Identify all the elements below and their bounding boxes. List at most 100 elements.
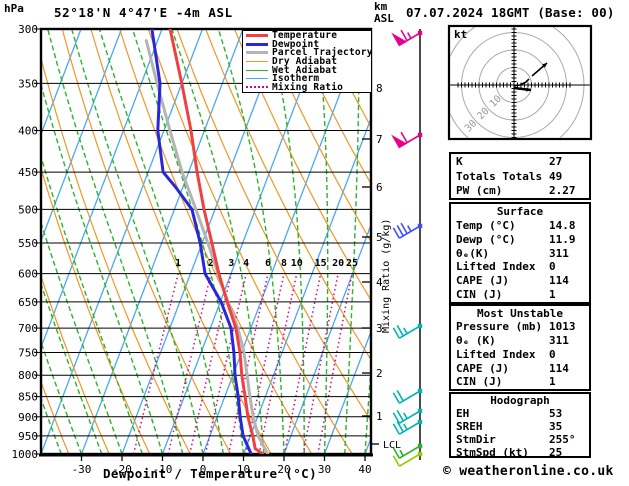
station-marker [417, 323, 423, 329]
panel-row: Totals Totals 49 [451, 170, 589, 183]
panel-row-value: 311 [549, 334, 569, 348]
mixing-ratio-value: 3 [228, 258, 234, 269]
panel-row-value: 49 [549, 169, 563, 183]
km-tick-label: 8 [376, 82, 383, 95]
panel-row-label: PW (cm) [456, 183, 503, 197]
panel-row-value: 1 [549, 375, 556, 389]
credit-text: © weatheronline.co.uk [443, 464, 614, 479]
barb-half [399, 449, 404, 457]
panel-row: Pressure (mb) 1013 [451, 320, 589, 333]
panel-row-value: 25 [549, 446, 563, 459]
pressure-tick-label: 1000 [12, 448, 39, 461]
panel-row-label: CAPE (J) [456, 274, 509, 288]
pressure-tick-label: 300 [18, 23, 38, 36]
barb-staff [398, 390, 421, 404]
panel-row: StmDir 255° [451, 433, 589, 446]
mixing-ratio-value: 10 [291, 258, 303, 269]
panel-row-value: 1013 [549, 320, 576, 334]
isotherm-line [80, 29, 244, 454]
mixing-ratio-value: 15 [315, 258, 327, 269]
panel-row-label: θₑ (K) [456, 334, 496, 348]
index-panel-most-unstable: Most Unstable Pressure (mb) 1013 θₑ (K) 311 L… [449, 304, 591, 391]
panel-title: Surface [496, 204, 544, 218]
km-tick-label: 6 [376, 181, 383, 194]
panel-row-label: StmSpd (kt) [456, 446, 529, 459]
panel-row-label: StmDir [456, 433, 496, 446]
panel-row-label: CIN (J) [456, 375, 503, 389]
datetime-title: 07.07.2024 18GMT (Base: 00) [406, 5, 615, 20]
panel-row-label: Temp (°C) [456, 218, 516, 232]
mixing-ratio-line [283, 273, 322, 454]
panel-row: CIN (J) 1 [451, 288, 589, 301]
barb-full [400, 222, 408, 235]
station-marker [417, 408, 423, 414]
panel-row-value: 27 [549, 155, 563, 169]
pressure-tick-label: 800 [18, 369, 38, 382]
barb-half [406, 225, 412, 232]
barb-flag [391, 134, 407, 149]
index-panel-surface: Surface Temp (°C) 14.8 Dewp (°C) 11.9 θₑ(K) 31… [449, 202, 591, 304]
panel-row-value: 53 [549, 407, 563, 420]
mixing-axis-label: Mixing Ratio (g/kg) [381, 219, 392, 333]
panel-title: Hodograph [490, 394, 550, 407]
panel-row-label: Lifted Index [456, 347, 536, 361]
legend: Temperature Dewpoint Parcel Trajectory Dry … [242, 30, 372, 93]
pressure-tick-label: 450 [18, 166, 38, 179]
panel-row-value: 1 [549, 288, 556, 302]
panel-row: StmSpd (kt) 25 [451, 446, 589, 459]
pressure-tick-label: 750 [18, 346, 38, 359]
pressure-tick-label: 600 [18, 268, 38, 281]
legend-item: Mixing Ratio [243, 82, 371, 93]
panel-row-label: Totals Totals [456, 169, 543, 183]
pressure-tick-label: 400 [18, 125, 38, 138]
panel-row-label: CIN (J) [456, 288, 503, 302]
index-panel-hodograph: Hodograph EH 53 SREH 35 StmDir 255° StmSpd (kt)… [449, 392, 591, 459]
panel-row-label: Dewp (°C) [456, 232, 516, 246]
barb-full [392, 412, 401, 424]
panel-row-label: K [456, 155, 463, 169]
parcel-trajectory-curve [144, 39, 270, 454]
wind-barb [392, 323, 423, 339]
height-unit-asl: ASL [374, 12, 394, 25]
lcl-label: LCL [383, 440, 401, 451]
dry-adiabat-line [41, 273, 110, 454]
panel-row-value: 35 [549, 420, 563, 433]
barb-full [392, 392, 401, 404]
wind-barb [391, 131, 423, 149]
km-tick-label: 7 [376, 133, 383, 146]
mixing-ratio-value: 6 [265, 258, 271, 269]
legend-line-sample [246, 61, 268, 62]
wind-barb [392, 222, 423, 239]
wet-adiabat-line [0, 29, 1, 454]
wind-barb [392, 419, 423, 435]
panel-row-value: 255° [549, 433, 576, 446]
pressure-tick-label: 700 [18, 322, 38, 335]
height-unit-label: km ASL [374, 1, 394, 25]
panel-title: Most Unstable [476, 306, 564, 320]
panel-row-label: θₑ(K) [456, 246, 490, 260]
barb-staff [398, 421, 421, 435]
mixing-ratio-line [302, 273, 339, 454]
mixing-ratio-line [188, 273, 232, 454]
panel-row: K 27 [451, 155, 589, 168]
mixing-ratio-value: 8 [281, 258, 287, 269]
pressure-tick-label: 500 [18, 203, 38, 216]
panel-row-value: 11.9 [549, 232, 576, 246]
wind-barb [392, 388, 423, 404]
panel-row-label: SREH [456, 420, 483, 433]
hodograph-unit-label: kt [454, 28, 468, 41]
km-tick-label: 2 [376, 367, 383, 380]
station-marker [417, 443, 423, 449]
wind-barb [391, 29, 423, 47]
barb-full [396, 225, 404, 237]
barb-full [392, 423, 401, 435]
panel-row-label: EH [456, 407, 470, 420]
barb-half [403, 327, 408, 335]
panel-row-value: 14.8 [549, 218, 576, 232]
mixing-ratio-value: 4 [243, 258, 249, 269]
panel-row-value: 114 [549, 274, 569, 288]
panel-row: Lifted Index 0 [451, 260, 589, 273]
wind-barb-column [391, 29, 423, 467]
barb-full [392, 227, 401, 239]
panel-row: EH 53 [451, 407, 589, 420]
